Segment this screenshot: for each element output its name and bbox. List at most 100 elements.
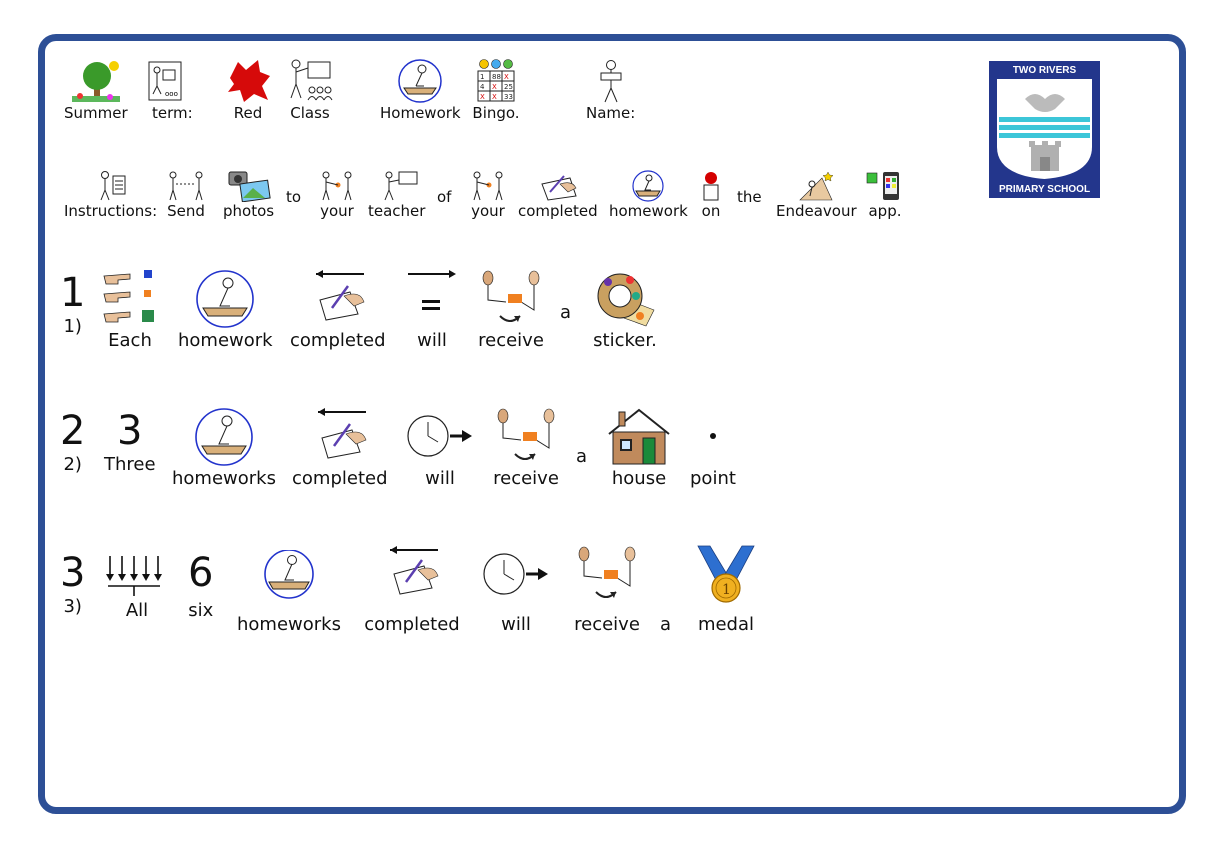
- homework-circle-icon-r3: [264, 550, 314, 599]
- word-to: to: [286, 188, 302, 206]
- rule1-number-label: 1): [63, 316, 82, 337]
- word-all: All: [125, 600, 149, 621]
- to-word: to: [286, 188, 301, 206]
- on-position-icon: [703, 172, 719, 201]
- completed-past-icon-r3: [390, 546, 439, 595]
- a-word-r3: a: [660, 614, 671, 636]
- summer-symbol: Summer: [64, 58, 128, 122]
- word-will-r3: will: [501, 614, 531, 635]
- school-crest-icon: [997, 79, 1092, 179]
- receive-symbol-r3: receive: [572, 546, 642, 636]
- class-symbol: Class: [286, 58, 334, 122]
- homework-symbol-small: homework: [609, 170, 688, 220]
- word-six: six: [188, 600, 214, 621]
- rule2-number-label: 2): [63, 454, 82, 475]
- receive-give-icon-r2: [497, 408, 555, 460]
- rule3-number: 3 3): [60, 550, 85, 618]
- homework-circle-icon-r1: [196, 270, 255, 328]
- red-splash-icon: [228, 60, 270, 102]
- house-symbol: house: [607, 408, 671, 490]
- instructions-list-icon: [100, 171, 126, 201]
- pointing-hands-icon: [103, 270, 154, 323]
- word-completed-small: completed: [518, 202, 598, 220]
- receive-give-icon-r3: [578, 546, 636, 598]
- your-symbol-1: your: [317, 170, 357, 220]
- word-homeworks-r2: homeworks: [172, 468, 276, 489]
- on-symbol: on: [698, 170, 724, 220]
- the-word: the: [737, 188, 762, 206]
- bingo-cell: X: [504, 73, 509, 81]
- rule3-number-glyph: 3: [60, 550, 86, 596]
- clock-arrow-icon: [407, 415, 472, 457]
- word-teacher: teacher: [368, 202, 426, 220]
- future-arrow-equals-icon: [408, 270, 456, 310]
- teacher-board-icon: [384, 171, 418, 201]
- word-point: point: [690, 468, 736, 489]
- rule2-number: 2 2): [60, 408, 85, 476]
- medal-symbol: 1 medal: [694, 544, 758, 636]
- tree-sun-icon: [71, 61, 120, 102]
- app-symbol: app.: [863, 170, 907, 220]
- word-summer: Summer: [64, 104, 128, 122]
- photos-symbol: photos: [223, 170, 274, 220]
- word-each: Each: [108, 330, 152, 351]
- word-completed-r2: completed: [292, 468, 388, 489]
- word-will-r2: will: [425, 468, 455, 489]
- bingo-symbol: 1 88 X 4 X 25 X X 33 Bingo.: [472, 58, 520, 122]
- bingo-cell: 4: [480, 83, 485, 91]
- name-symbol: Name:: [586, 58, 635, 122]
- class-teacher-board-icon: [290, 59, 333, 101]
- red-symbol: Red: [224, 58, 272, 122]
- six-symbol: 6 six: [188, 550, 213, 622]
- homeworks-symbol-r3: homeworks: [237, 550, 341, 636]
- completed-symbol-r1: completed: [290, 270, 386, 352]
- word-a-r3: a: [660, 614, 672, 635]
- word-receive-r2: receive: [493, 468, 559, 489]
- of-word: of: [437, 188, 451, 206]
- word-medal: medal: [697, 614, 755, 635]
- a-word-r1: a: [560, 302, 571, 324]
- bingo-cell: 1: [480, 73, 484, 81]
- point-symbol: point: [690, 408, 736, 490]
- word-name: Name:: [586, 104, 636, 122]
- term-calendar-icon: ooo: [148, 61, 182, 101]
- sticker-roll-icon: [597, 273, 655, 327]
- bingo-cell: 25: [504, 83, 513, 91]
- word-class: Class: [290, 104, 330, 122]
- homework-symbol-r1: homework: [178, 270, 273, 352]
- medal-icon: 1: [697, 545, 755, 603]
- rule1-number-glyph: 1: [60, 270, 86, 316]
- three-symbol: 3 Three: [104, 408, 156, 476]
- will-symbol-r2: will: [404, 408, 476, 490]
- your-people-icon-2: [473, 171, 503, 201]
- completed-past-icon-r2: [317, 408, 367, 459]
- endeavour-symbol: Endeavour: [776, 170, 857, 220]
- completed-symbol-r3: completed: [362, 544, 462, 636]
- svg-text:1: 1: [722, 582, 731, 598]
- all-arrows-icon: [106, 556, 162, 596]
- word-a-r1: a: [560, 302, 572, 323]
- word-homework-r1: homework: [178, 330, 273, 351]
- word-completed-r1: completed: [290, 330, 386, 351]
- house-icon: [608, 408, 670, 465]
- send-people-icon: [169, 171, 203, 201]
- word-red: Red: [233, 104, 263, 122]
- clock-arrow-icon-r3: [483, 553, 548, 595]
- each-symbol: Each: [100, 270, 160, 352]
- three-glyph: 3: [117, 408, 143, 454]
- homework-circle-icon-small: [632, 170, 665, 202]
- will-symbol-r3: will: [480, 550, 552, 636]
- logo-bottom-text: PRIMARY SCHOOL: [998, 184, 1091, 195]
- send-symbol: Send: [166, 170, 206, 220]
- all-symbol: All: [104, 550, 170, 622]
- word-homeworks-r3: homeworks: [237, 614, 341, 635]
- school-logo: TWO RIVERS PRIMARY SCHOOL: [989, 61, 1100, 198]
- word-receive-r1: receive: [478, 330, 544, 351]
- bingo-cell: 33: [504, 93, 513, 101]
- word-instructions: Instructions:: [64, 202, 158, 220]
- climb-mountain-star-icon: [799, 171, 834, 201]
- receive-symbol-r2: receive: [493, 408, 559, 490]
- camera-photos-icon: [228, 171, 271, 202]
- word-homework-header: Homework: [380, 104, 461, 122]
- word-receive-r3: receive: [574, 614, 640, 635]
